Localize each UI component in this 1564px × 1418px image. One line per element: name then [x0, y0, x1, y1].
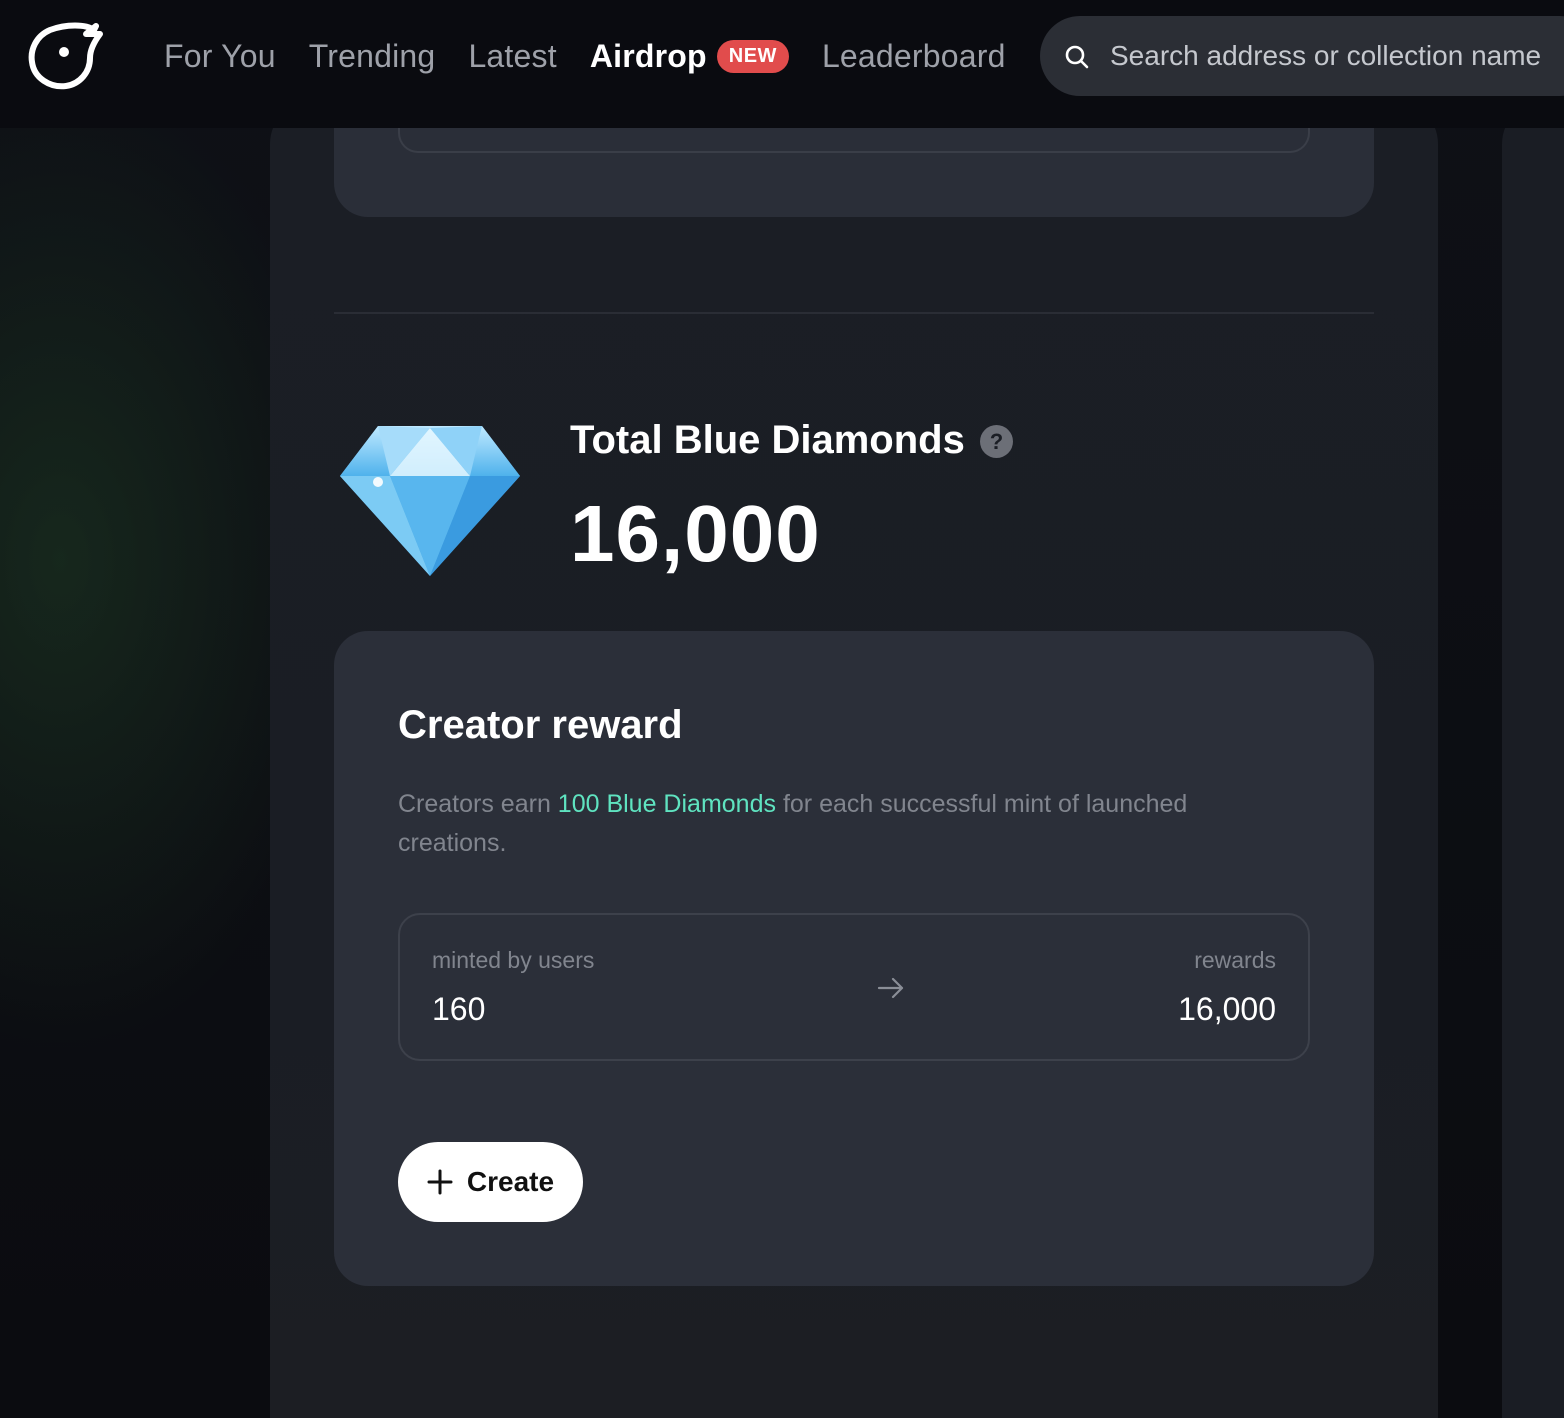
- divider: [334, 312, 1374, 314]
- nav-leaderboard[interactable]: Leaderboard: [822, 38, 1006, 75]
- nav-airdrop[interactable]: Airdrop: [590, 38, 707, 75]
- rewards-value: 16,000: [1178, 991, 1276, 1027]
- creator-reward-description: Creators earn 100 Blue Diamonds for each…: [398, 785, 1258, 863]
- arrow-right-icon: [877, 977, 904, 999]
- nav-latest[interactable]: Latest: [468, 38, 556, 75]
- search-bar[interactable]: [1040, 16, 1564, 96]
- rewards-label: rewards: [1194, 947, 1276, 973]
- question-icon[interactable]: ?: [980, 425, 1013, 458]
- description-highlight: 100 Blue Diamonds: [557, 790, 776, 818]
- create-button-label: Create: [466, 1166, 555, 1197]
- minted-by-users-label: minted by users: [432, 947, 595, 973]
- nav-trending[interactable]: Trending: [309, 38, 436, 75]
- reward-stats-box: minted by users 160 rewards 16,000: [398, 913, 1310, 1061]
- page: Total Blue Diamonds ? 16,000 Creator rew…: [0, 0, 1564, 1418]
- top-navigation-bar: For You Trending Latest Airdrop NEW Lead…: [0, 0, 1564, 128]
- search-icon: [1065, 45, 1089, 69]
- total-blue-diamonds-label: Total Blue Diamonds: [570, 418, 965, 462]
- creator-reward-title: Creator reward: [398, 703, 683, 747]
- create-button[interactable]: Create: [398, 1142, 583, 1222]
- plus-icon: [427, 1169, 453, 1195]
- blue-diamond-icon: [340, 426, 520, 576]
- minted-by-users-value: 160: [432, 991, 486, 1027]
- bird-logo-icon[interactable]: [26, 22, 104, 90]
- description-text-start: Creators earn: [398, 790, 558, 818]
- search-input[interactable]: [1110, 16, 1564, 96]
- main-nav: For You Trending Latest Airdrop NEW Lead…: [164, 0, 1039, 112]
- new-badge: NEW: [716, 39, 789, 73]
- nav-for-you[interactable]: For You: [164, 38, 276, 75]
- total-blue-diamonds-value: 16,000: [570, 489, 821, 578]
- side-column: [1502, 100, 1564, 1418]
- creator-reward-card: Creator reward Creators earn 100 Blue Di…: [334, 631, 1374, 1286]
